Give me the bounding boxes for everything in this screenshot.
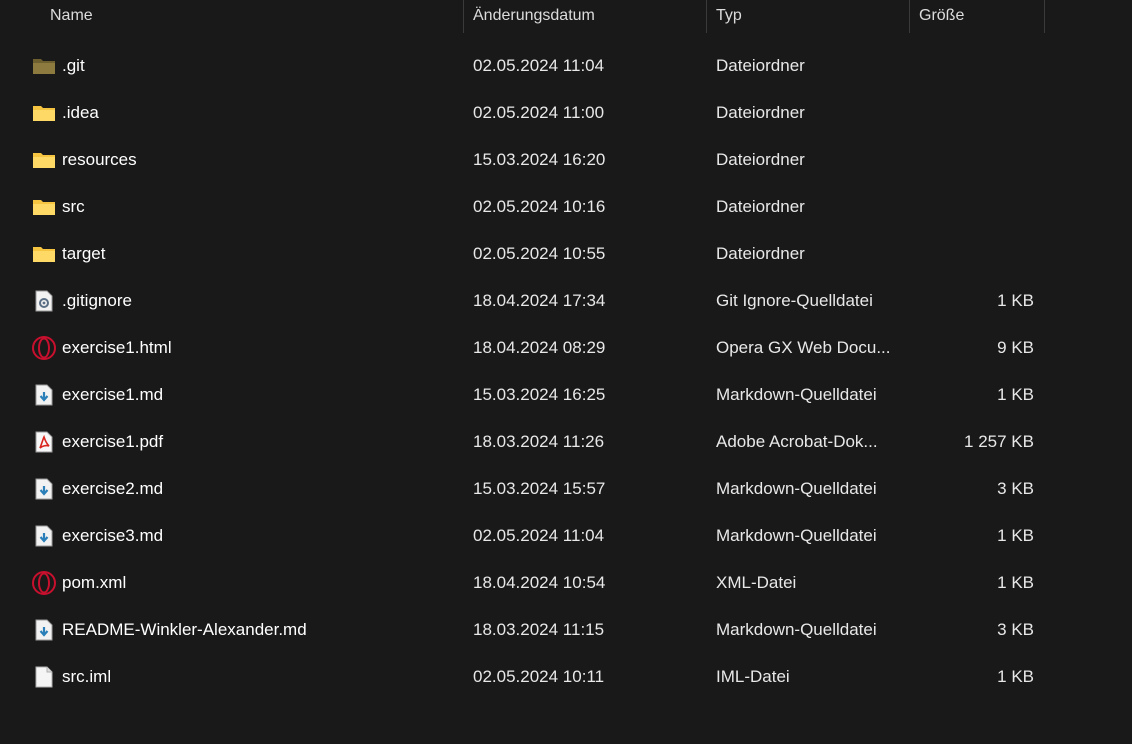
- file-size: 3 KB: [997, 620, 1034, 639]
- file-row[interactable]: README-Winkler-Alexander.md 18.03.2024 11…: [0, 606, 1132, 653]
- folder-icon: [31, 89, 57, 136]
- column-header-type[interactable]: Typ: [707, 0, 910, 33]
- column-header-size-label: Größe: [919, 7, 965, 24]
- file-type: Dateiordner: [716, 56, 805, 75]
- column-header-size[interactable]: Größe: [910, 0, 1045, 33]
- file-date: 18.04.2024 17:34: [473, 291, 606, 310]
- file-size: 1 KB: [997, 573, 1034, 592]
- file-row[interactable]: .idea 02.05.2024 11:00 Dateiordner: [0, 89, 1132, 136]
- file-row[interactable]: src.iml 02.05.2024 10:11 IML-Datei 1 KB: [0, 653, 1132, 700]
- file-size: 1 KB: [997, 667, 1034, 686]
- file-name: .idea: [62, 103, 99, 122]
- blank-file-icon: [31, 653, 57, 700]
- file-type: Markdown-Quelldatei: [716, 479, 877, 498]
- file-row[interactable]: exercise1.pdf 18.03.2024 11:26 Adobe Acrob…: [0, 418, 1132, 465]
- file-size: [910, 89, 1034, 136]
- settings-file-icon: [31, 277, 57, 324]
- file-date: 02.05.2024 10:55: [473, 244, 606, 263]
- file-row[interactable]: target 02.05.2024 10:55 Dateiordner: [0, 230, 1132, 277]
- markdown-file-icon: [31, 512, 57, 559]
- file-date: 02.05.2024 11:04: [473, 56, 605, 75]
- file-type: Dateiordner: [716, 103, 805, 122]
- file-size: 9 KB: [997, 338, 1034, 357]
- file-date: 18.04.2024 10:54: [473, 573, 606, 592]
- file-row[interactable]: pom.xml 18.04.2024 10:54 XML-Datei 1 KB: [0, 559, 1132, 606]
- file-type: Git Ignore-Quelldatei: [716, 291, 873, 310]
- pdf-file-icon: [31, 418, 57, 465]
- file-name: exercise1.html: [62, 338, 172, 357]
- file-size: [910, 136, 1034, 183]
- markdown-file-icon: [31, 606, 57, 653]
- file-date: 15.03.2024 16:25: [473, 385, 606, 404]
- file-size: 1 KB: [997, 526, 1034, 545]
- file-name: exercise2.md: [62, 479, 164, 498]
- file-name: exercise1.pdf: [62, 432, 164, 451]
- file-list: .git 02.05.2024 11:04 Dateiordner .idea 02.…: [0, 42, 1132, 700]
- file-size: [910, 230, 1034, 277]
- file-date: 15.03.2024 15:57: [473, 479, 606, 498]
- file-explorer: Name Änderungsdatum Typ Größe .git 02.05.…: [0, 0, 1132, 744]
- file-row[interactable]: exercise2.md 15.03.2024 15:57 Markdown-Que…: [0, 465, 1132, 512]
- folder-icon: [31, 136, 57, 183]
- file-type: Dateiordner: [716, 244, 805, 263]
- file-size: 1 KB: [997, 385, 1034, 404]
- file-date: 02.05.2024 10:16: [473, 197, 606, 216]
- file-row[interactable]: exercise1.md 15.03.2024 16:25 Markdown-Que…: [0, 371, 1132, 418]
- folder-icon: [31, 230, 57, 277]
- file-type: Opera GX Web Docu...: [716, 338, 891, 357]
- file-date: 18.04.2024 08:29: [473, 338, 606, 357]
- file-type: Markdown-Quelldatei: [716, 620, 877, 639]
- column-header-name[interactable]: Name: [40, 0, 464, 33]
- file-row[interactable]: exercise1.html 18.04.2024 08:29 Opera GX W…: [0, 324, 1132, 371]
- file-date: 18.03.2024 11:26: [473, 432, 605, 451]
- file-date: 15.03.2024 16:20: [473, 150, 606, 169]
- file-type: Markdown-Quelldatei: [716, 526, 877, 545]
- file-size: [910, 42, 1034, 89]
- file-name: .gitignore: [62, 291, 132, 310]
- file-name: src.iml: [62, 667, 112, 686]
- file-name: exercise1.md: [62, 385, 164, 404]
- file-date: 02.05.2024 11:04: [473, 526, 605, 545]
- file-name: target: [62, 244, 106, 263]
- file-type: Markdown-Quelldatei: [716, 385, 877, 404]
- file-date: 18.03.2024 11:15: [473, 620, 605, 639]
- file-type: Adobe Acrobat-Dok...: [716, 432, 878, 451]
- file-size: 1 257 KB: [964, 432, 1034, 451]
- opera-icon: [31, 559, 57, 606]
- file-size: 3 KB: [997, 479, 1034, 498]
- file-size: [910, 183, 1034, 230]
- file-name: .git: [62, 56, 85, 75]
- column-header-bar: Name Änderungsdatum Typ Größe: [0, 0, 1132, 33]
- file-type: Dateiordner: [716, 197, 805, 216]
- file-type: IML-Datei: [716, 667, 790, 686]
- file-row[interactable]: resources 15.03.2024 16:20 Dateiordner: [0, 136, 1132, 183]
- folder-git-icon: [31, 42, 57, 89]
- file-row[interactable]: .gitignore 18.04.2024 17:34 Git Ignore-Que…: [0, 277, 1132, 324]
- file-size: 1 KB: [997, 291, 1034, 310]
- column-header-name-label: Name: [50, 7, 93, 24]
- file-date: 02.05.2024 11:00: [473, 103, 605, 122]
- file-name: pom.xml: [62, 573, 127, 592]
- file-type: XML-Datei: [716, 573, 797, 592]
- file-name: src: [62, 197, 85, 216]
- column-header-type-label: Typ: [716, 7, 742, 24]
- file-type: Dateiordner: [716, 150, 805, 169]
- opera-icon: [31, 324, 57, 371]
- column-header-date-label: Änderungsdatum: [473, 7, 595, 24]
- file-date: 02.05.2024 10:11: [473, 667, 605, 686]
- file-name: README-Winkler-Alexander.md: [62, 620, 307, 639]
- column-header-date[interactable]: Änderungsdatum: [464, 0, 707, 33]
- folder-icon: [31, 183, 57, 230]
- file-row[interactable]: exercise3.md 02.05.2024 11:04 Markdown-Que…: [0, 512, 1132, 559]
- file-name: exercise3.md: [62, 526, 164, 545]
- column-divider[interactable]: [1044, 0, 1045, 33]
- file-row[interactable]: src 02.05.2024 10:16 Dateiordner: [0, 183, 1132, 230]
- markdown-file-icon: [31, 465, 57, 512]
- markdown-file-icon: [31, 371, 57, 418]
- file-row[interactable]: .git 02.05.2024 11:04 Dateiordner: [0, 42, 1132, 89]
- file-name: resources: [62, 150, 137, 169]
